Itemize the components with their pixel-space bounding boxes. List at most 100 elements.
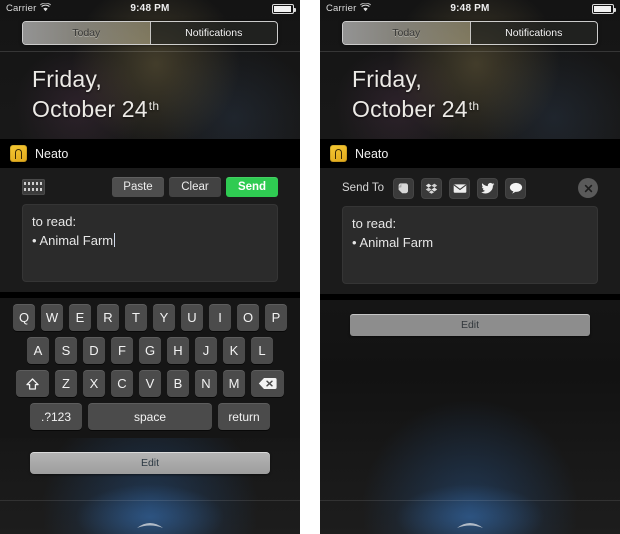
date-monthday: October 24th: [352, 93, 620, 123]
clear-button[interactable]: Clear: [169, 177, 221, 197]
return-key[interactable]: return: [218, 403, 270, 430]
onscreen-keyboard[interactable]: Q W E R T Y U I O P A S D F G H J K L Z …: [0, 298, 300, 438]
widget-body-right: Send To to read: • Animal Farm: [320, 168, 620, 294]
mail-share-icon[interactable]: [449, 177, 470, 199]
edit-button-left[interactable]: Edit: [30, 452, 270, 474]
key-p[interactable]: P: [265, 304, 287, 331]
neato-app-icon: [330, 145, 347, 162]
evernote-share-icon[interactable]: [393, 177, 414, 199]
key-n[interactable]: N: [195, 370, 217, 397]
key-i[interactable]: I: [209, 304, 231, 331]
note-line-2: • Animal Farm: [352, 235, 434, 250]
message-share-icon[interactable]: [505, 177, 526, 199]
edit-button-right[interactable]: Edit: [350, 314, 590, 336]
segmented-control-right[interactable]: Today Notifications: [342, 21, 598, 45]
segmented-control-wrap-left: Today Notifications: [0, 17, 300, 51]
note-line-2-text: • Animal Farm: [32, 233, 114, 248]
date-weekday: Friday,: [352, 66, 422, 92]
key-q[interactable]: Q: [13, 304, 35, 331]
dropbox-share-icon[interactable]: [421, 177, 442, 199]
tab-today[interactable]: Today: [23, 22, 150, 44]
key-d[interactable]: D: [83, 337, 105, 364]
widget-title: Neato: [355, 146, 389, 161]
neato-app-icon: [10, 145, 27, 162]
date-weekday: Friday,: [32, 66, 102, 92]
key-e[interactable]: E: [69, 304, 91, 331]
edit-button-wrap-right: Edit: [320, 300, 620, 336]
backspace-icon: [258, 377, 277, 390]
send-button[interactable]: Send: [226, 177, 278, 197]
widget-header-right[interactable]: Neato: [320, 139, 620, 168]
note-textarea-left[interactable]: to read: • Animal Farm: [22, 204, 278, 282]
key-g[interactable]: G: [139, 337, 161, 364]
note-line-2: • Animal Farm: [32, 231, 268, 250]
screenshot-stage: Carrier 9:48 PM Today Notifications Frid…: [0, 0, 620, 534]
status-bar-right: Carrier 9:48 PM: [320, 0, 620, 17]
key-f[interactable]: F: [111, 337, 133, 364]
bottom-bar-left: [0, 500, 300, 534]
date-monthday: October 24th: [32, 93, 300, 123]
widget-title: Neato: [35, 146, 69, 161]
keyboard-row-4: .?123 space return: [4, 403, 296, 430]
key-l[interactable]: L: [251, 337, 273, 364]
shift-key[interactable]: [16, 370, 49, 397]
keyboard-icon[interactable]: [22, 179, 45, 195]
key-y[interactable]: Y: [153, 304, 175, 331]
space-key[interactable]: space: [88, 403, 212, 430]
note-textarea-right[interactable]: to read: • Animal Farm: [342, 206, 598, 284]
date-block-left: Friday, October 24th: [0, 52, 300, 139]
backspace-key[interactable]: [251, 370, 284, 397]
tab-notifications[interactable]: Notifications: [150, 22, 277, 44]
key-b[interactable]: B: [167, 370, 189, 397]
wifi-icon: [360, 2, 372, 15]
tab-today[interactable]: Today: [343, 22, 470, 44]
numbers-key[interactable]: .?123: [30, 403, 82, 430]
key-u[interactable]: U: [181, 304, 203, 331]
note-line-1: to read:: [32, 214, 77, 229]
keyboard-row-1: Q W E R T Y U I O P: [4, 304, 296, 331]
widget-neato-right: Neato Send To to read: • Animal Farm: [320, 139, 620, 300]
wifi-icon: [40, 2, 52, 15]
phone-right: Carrier 9:48 PM Today Notifications Frid…: [320, 0, 620, 534]
send-to-label: Send To: [342, 182, 384, 194]
key-r[interactable]: R: [97, 304, 119, 331]
key-h[interactable]: H: [167, 337, 189, 364]
date-monthday-text: October 24: [32, 96, 148, 122]
paste-button[interactable]: Paste: [112, 177, 164, 197]
segmented-control-wrap-right: Today Notifications: [320, 17, 620, 51]
key-c[interactable]: C: [111, 370, 133, 397]
date-ordinal: th: [148, 99, 160, 113]
text-caret: [114, 233, 116, 247]
close-circle-icon[interactable]: [578, 178, 598, 198]
twitter-share-icon[interactable]: [477, 177, 498, 199]
key-a[interactable]: A: [27, 337, 49, 364]
key-j[interactable]: J: [195, 337, 217, 364]
note-line-1: to read:: [352, 216, 397, 231]
tab-notifications[interactable]: Notifications: [470, 22, 597, 44]
chevron-up-grabber-icon[interactable]: [135, 516, 165, 528]
date-block-right: Friday, October 24th: [320, 52, 620, 139]
phone-left: Carrier 9:48 PM Today Notifications Frid…: [0, 0, 300, 534]
widget-body-left: Paste Clear Send to read: • Animal Farm: [0, 168, 300, 292]
panel-divider: [300, 0, 320, 534]
edit-button-wrap-left: Edit: [0, 438, 300, 474]
chevron-up-grabber-icon[interactable]: [455, 516, 485, 528]
note-toolbar: Paste Clear Send: [22, 176, 278, 198]
carrier-label: Carrier: [6, 3, 37, 14]
key-s[interactable]: S: [55, 337, 77, 364]
key-o[interactable]: O: [237, 304, 259, 331]
key-v[interactable]: V: [139, 370, 161, 397]
key-m[interactable]: M: [223, 370, 245, 397]
date-monthday-text: October 24: [352, 96, 468, 122]
shift-icon: [25, 377, 40, 391]
carrier-label: Carrier: [326, 3, 357, 14]
widget-header-left[interactable]: Neato: [0, 139, 300, 168]
key-w[interactable]: W: [41, 304, 63, 331]
key-t[interactable]: T: [125, 304, 147, 331]
segmented-control-left[interactable]: Today Notifications: [22, 21, 278, 45]
battery-icon: [272, 3, 296, 14]
key-k[interactable]: K: [223, 337, 245, 364]
key-z[interactable]: Z: [55, 370, 77, 397]
key-x[interactable]: X: [83, 370, 105, 397]
status-bar-left: Carrier 9:48 PM: [0, 0, 300, 17]
